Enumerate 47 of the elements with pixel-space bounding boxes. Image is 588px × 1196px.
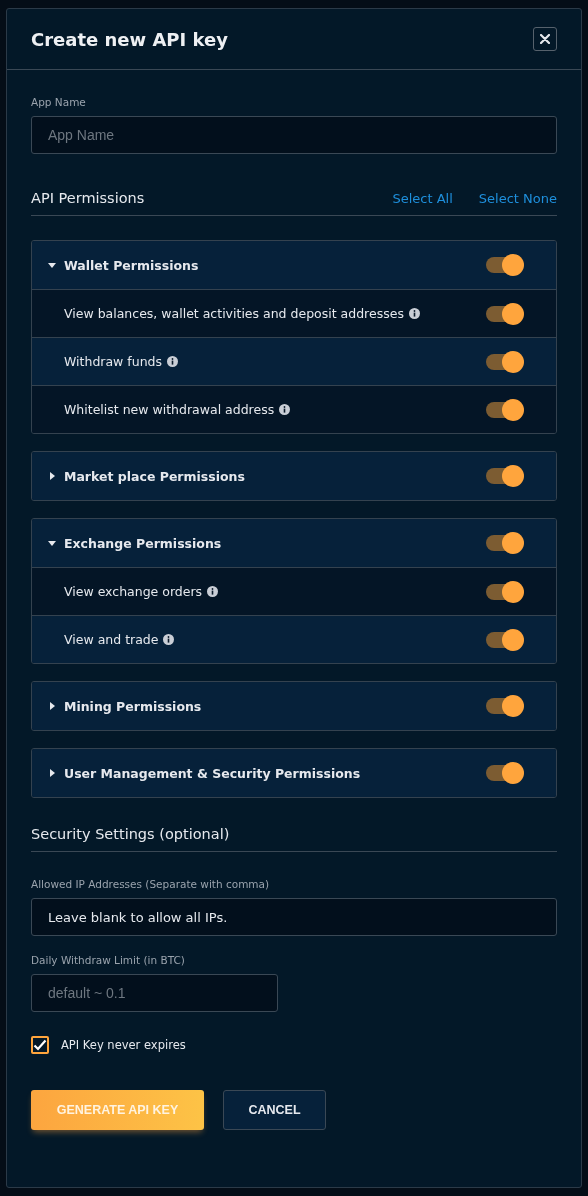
toggle-switch[interactable] xyxy=(486,698,522,714)
group-header[interactable]: User Management & Security Permissions xyxy=(32,749,556,797)
field-label: Allowed IP Addresses (Separate with comma) xyxy=(31,878,271,890)
toggle-switch[interactable] xyxy=(486,468,522,484)
field-label: Daily Withdraw Limit (in BTC) xyxy=(31,954,186,966)
group-header[interactable]: Mining Permissions xyxy=(32,682,556,730)
permission-label: View balances, wallet activities and deposit addresses xyxy=(64,306,404,321)
checkbox[interactable] xyxy=(31,1036,49,1054)
group-label: User Management & Security Permissions xyxy=(64,765,362,781)
checkmark-icon xyxy=(33,1039,47,1051)
toggle-switch[interactable] xyxy=(486,631,522,648)
section-title: Security Settings (optional) xyxy=(31,826,230,842)
toggle-switch[interactable] xyxy=(486,305,522,322)
app-name-field[interactable]: App Name xyxy=(31,116,557,154)
toggle-switch[interactable] xyxy=(486,401,522,418)
withdraw-limit-field[interactable]: default ~ 0.1 xyxy=(31,974,278,1012)
group-label: Mining Permissions xyxy=(64,698,203,714)
ip-addresses-field[interactable]: Leave blank to allow all IPs. xyxy=(31,898,557,936)
info-icon[interactable] xyxy=(167,356,178,367)
group-label: Wallet Permissions xyxy=(64,257,200,273)
cancel-button[interactable]: CANCEL xyxy=(223,1090,326,1130)
toggle-switch[interactable] xyxy=(486,257,522,273)
select-none-link[interactable]: Select None xyxy=(478,190,557,206)
info-icon[interactable] xyxy=(207,586,219,597)
dialog-title: Create new API key xyxy=(31,28,228,50)
close-icon xyxy=(540,34,550,44)
info-icon[interactable] xyxy=(163,634,175,645)
permission-label: Withdraw funds xyxy=(64,354,162,369)
select-all-link[interactable]: Select All xyxy=(392,190,453,206)
checkbox-label: API Key never expires xyxy=(61,1038,186,1052)
permission-label: Whitelist new withdrawal address xyxy=(64,402,275,417)
group-label: Market place Permissions xyxy=(64,468,246,484)
close-button[interactable] xyxy=(533,27,557,51)
toggle-switch[interactable] xyxy=(486,765,522,781)
info-icon[interactable] xyxy=(279,404,291,415)
info-icon[interactable] xyxy=(408,308,420,319)
group-header[interactable]: Exchange Permissions xyxy=(32,519,556,567)
field-label: App Name xyxy=(31,96,87,108)
toggle-switch[interactable] xyxy=(486,353,522,370)
toggle-switch[interactable] xyxy=(486,535,522,551)
group-header[interactable]: Market place Permissions xyxy=(32,452,556,500)
permission-label: View and trade xyxy=(64,632,159,647)
toggle-switch[interactable] xyxy=(486,583,522,600)
section-title: API Permissions xyxy=(31,190,145,206)
group-label: Exchange Permissions xyxy=(64,535,223,551)
permission-label: View exchange orders xyxy=(64,584,203,599)
group-header[interactable]: Wallet Permissions xyxy=(32,241,556,289)
